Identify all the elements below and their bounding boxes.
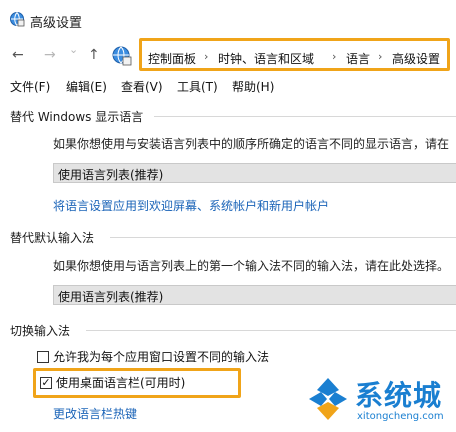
breadcrumb-separator: › xyxy=(378,50,383,63)
breadcrumb-control-panel[interactable]: 控制面板 xyxy=(148,50,196,67)
app-icon xyxy=(10,12,25,27)
section-divider xyxy=(86,330,456,331)
display-language-description: 如果你想使用与安装语言列表中的顺序所确定的语言不同的显示语言，请在 xyxy=(53,137,450,151)
desktop-language-bar-label: 使用桌面语言栏(可用时) xyxy=(56,376,186,390)
section-divider xyxy=(154,116,456,117)
title-bar: 高级设置 xyxy=(0,0,456,36)
breadcrumb-advanced-settings[interactable]: 高级设置 xyxy=(392,50,440,67)
breadcrumb-clock-language-region[interactable]: 时钟、语言和区域 xyxy=(218,50,314,67)
display-language-select[interactable]: 使用语言列表(推荐) xyxy=(53,163,456,183)
menu-tools[interactable]: 工具(T) xyxy=(177,78,218,95)
up-button[interactable]: ↑ xyxy=(88,47,100,63)
address-bar[interactable]: 控制面板 › 时钟、语言和区域 › 语言 › 高级设置 xyxy=(139,38,450,71)
input-method-heading: 替代默认输入法 xyxy=(10,231,95,245)
menu-help[interactable]: 帮助(H) xyxy=(232,78,274,95)
watermark-url: xitongcheng.com xyxy=(357,411,444,422)
input-method-select[interactable]: 使用语言列表(推荐) xyxy=(53,285,456,305)
forward-button[interactable]: → xyxy=(44,47,56,63)
control-panel-icon xyxy=(112,46,132,66)
display-language-selected: 使用语言列表(推荐) xyxy=(58,168,164,182)
menu-bar: 文件(F) 编辑(E) 查看(V) 工具(T) 帮助(H) xyxy=(0,76,456,96)
breadcrumb-separator: › xyxy=(204,50,209,63)
watermark-text: 系统城 xyxy=(355,379,443,412)
display-language-heading: 替代 Windows 显示语言 xyxy=(10,110,144,124)
menu-edit[interactable]: 编辑(E) xyxy=(66,78,107,95)
per-app-input-label: 允许我为每个应用窗口设置不同的输入法 xyxy=(53,350,270,364)
recent-locations-dropdown[interactable]: ⌄ xyxy=(69,43,78,56)
back-button[interactable]: ← xyxy=(12,47,24,63)
desktop-language-bar-checkbox[interactable]: ✓ xyxy=(40,377,52,389)
input-method-description: 如果你想使用与语言列表上的第一个输入法不同的输入法，请在此处选择。 xyxy=(53,259,450,273)
window-title: 高级设置 xyxy=(30,16,83,31)
menu-file[interactable]: 文件(F) xyxy=(10,78,50,95)
watermark-logo-icon xyxy=(309,378,347,420)
breadcrumb-separator: › xyxy=(332,50,337,63)
change-hotkeys-link[interactable]: 更改语言栏热键 xyxy=(53,405,137,422)
menu-view[interactable]: 查看(V) xyxy=(121,78,163,95)
apply-language-settings-link[interactable]: 将语言设置应用到欢迎屏幕、系统帐户和新用户帐户 xyxy=(53,197,329,214)
input-method-selected: 使用语言列表(推荐) xyxy=(58,290,164,304)
breadcrumb-language[interactable]: 语言 xyxy=(346,50,370,67)
switch-input-heading: 切换输入法 xyxy=(10,324,71,338)
section-divider xyxy=(110,237,456,238)
per-app-input-checkbox[interactable] xyxy=(37,351,49,363)
